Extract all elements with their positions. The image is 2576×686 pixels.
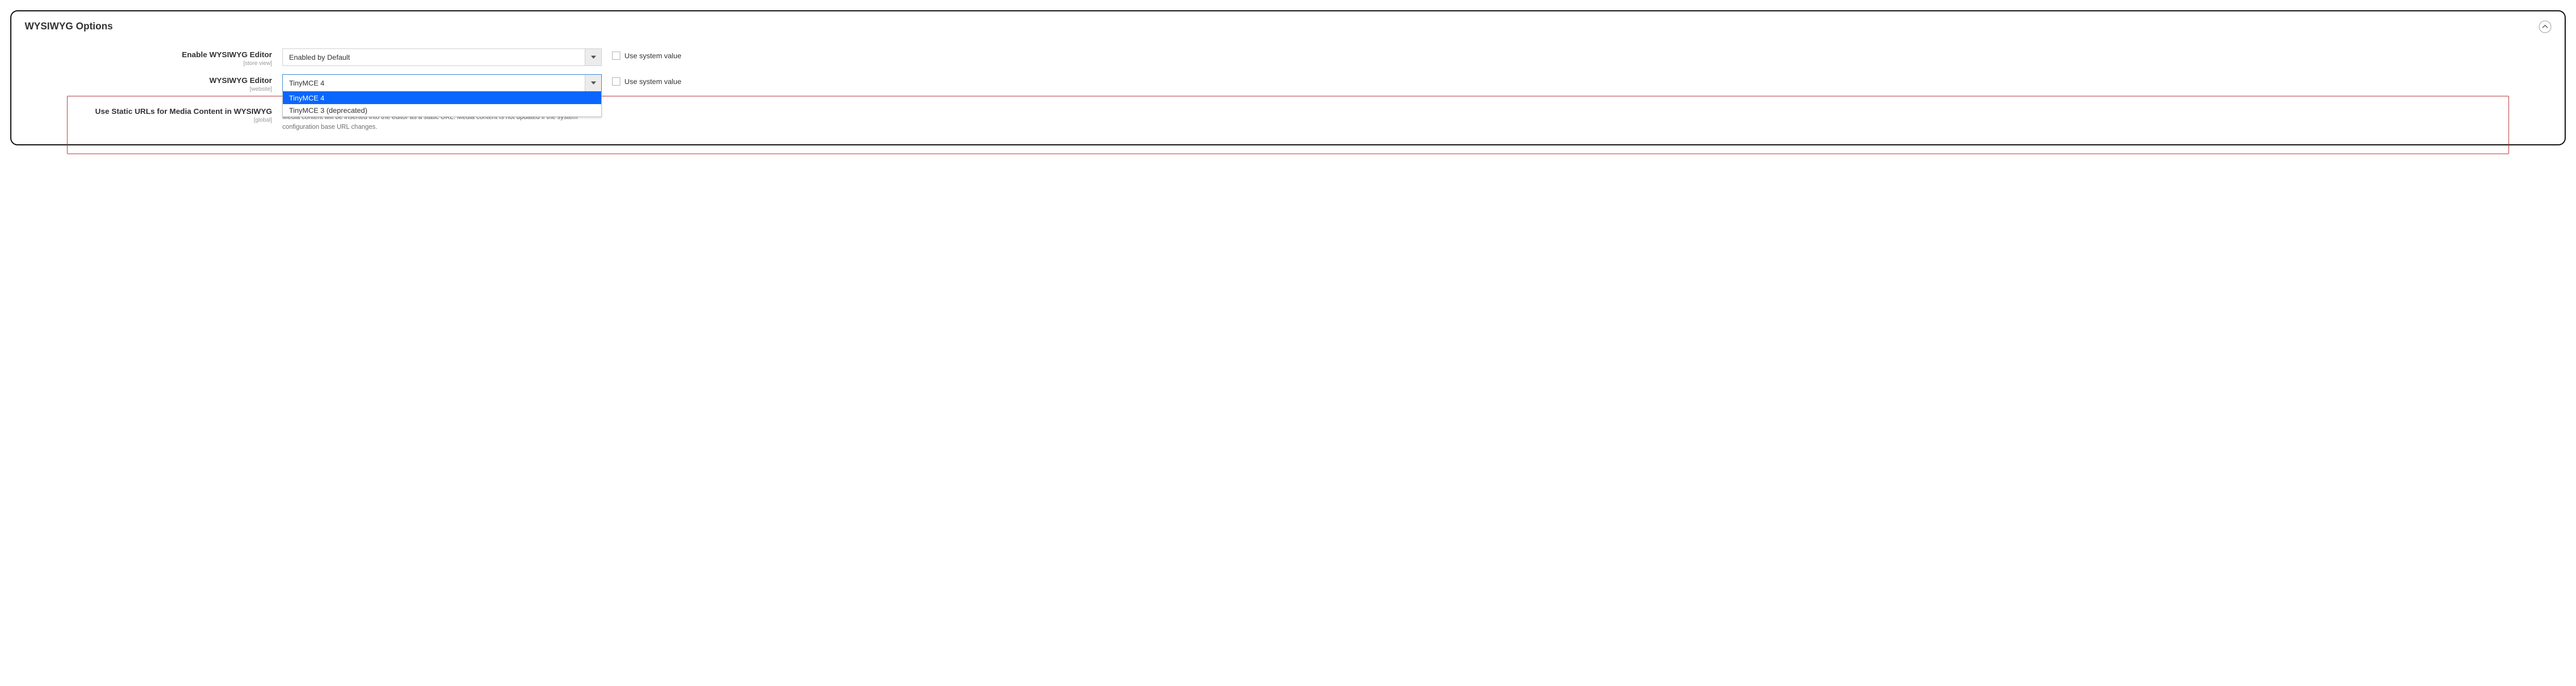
dropdown-option-tinymce3[interactable]: TinyMCE 3 (deprecated) (283, 104, 601, 116)
panel-header[interactable]: WYSIWYG Options (25, 21, 2551, 33)
field-label-col: Enable WYSIWYG Editor [store view] (25, 48, 282, 66)
caret-down-icon (591, 81, 596, 85)
use-system-label[interactable]: Use system value (624, 52, 681, 60)
select-arrow (585, 75, 601, 91)
field-extra-col: Use system value (602, 48, 681, 60)
field-label-col: WYSIWYG Editor [website] (25, 74, 282, 92)
field-label: WYSIWYG Editor (25, 76, 272, 85)
enable-wysiwyg-select[interactable]: Enabled by Default (282, 48, 602, 66)
field-scope: [store view] (25, 60, 272, 66)
field-scope: [global] (25, 117, 272, 123)
dropdown-option-tinymce4[interactable]: TinyMCE 4 (283, 92, 601, 104)
panel-title: WYSIWYG Options (25, 21, 113, 32)
wysiwyg-options-panel: WYSIWYG Options Enable WYSIWYG Editor [s… (10, 10, 2566, 145)
select-value: TinyMCE 4 (283, 75, 585, 91)
select-arrow (585, 49, 601, 65)
caret-down-icon (591, 56, 596, 59)
wysiwyg-editor-dropdown: TinyMCE 4 TinyMCE 3 (deprecated) (282, 92, 602, 117)
field-control-col: Enabled by Default (282, 48, 602, 66)
wysiwyg-editor-select[interactable]: TinyMCE 4 (282, 74, 602, 92)
field-row-enable-wysiwyg: Enable WYSIWYG Editor [store view] Enabl… (25, 48, 2551, 67)
field-label: Use Static URLs for Media Content in WYS… (25, 107, 272, 116)
field-control-col: TinyMCE 4 TinyMCE 4 TinyMCE 3 (deprecate… (282, 74, 602, 92)
use-system-checkbox-enable[interactable] (612, 52, 620, 60)
field-label: Enable WYSIWYG Editor (25, 51, 272, 59)
select-value: Enabled by Default (283, 49, 585, 65)
use-system-label[interactable]: Use system value (624, 77, 681, 86)
field-label-col: Use Static URLs for Media Content in WYS… (25, 105, 282, 123)
field-row-wysiwyg-editor: WYSIWYG Editor [website] TinyMCE 4 TinyM… (25, 74, 2551, 93)
use-system-checkbox-editor[interactable] (612, 77, 620, 86)
field-extra-col: Use system value (602, 74, 681, 86)
field-scope: [website] (25, 86, 272, 92)
collapse-button[interactable] (2539, 21, 2551, 33)
field-extra-col (602, 105, 612, 108)
chevron-up-icon (2542, 24, 2548, 30)
